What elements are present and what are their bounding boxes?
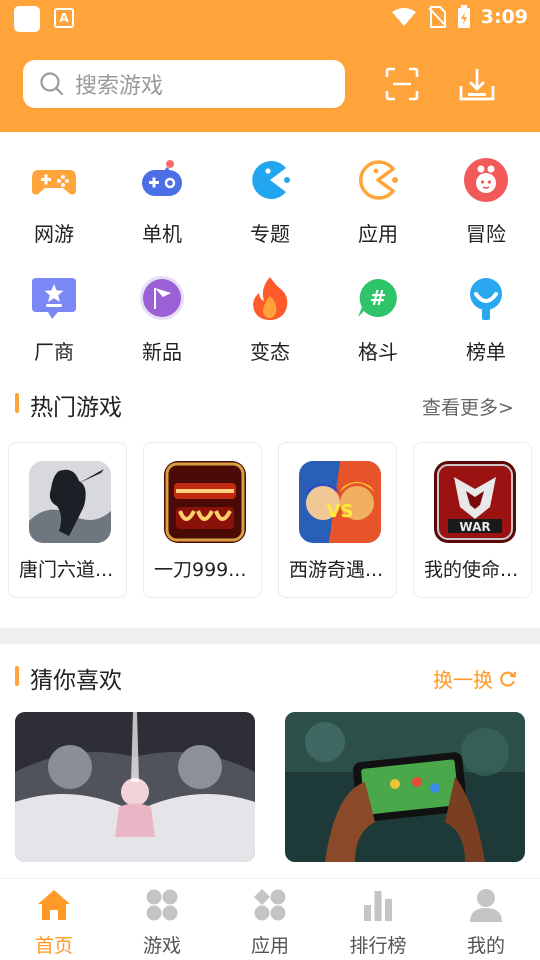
game-card[interactable]: 唐门六道...: [8, 442, 127, 598]
joystick-icon: [142, 160, 182, 196]
wifi-icon: [391, 8, 416, 26]
refresh-label: 换一换: [433, 668, 493, 692]
notification-icon: [14, 6, 40, 32]
tab-rankings[interactable]: 排行榜: [324, 879, 432, 960]
section-divider: [0, 628, 540, 644]
no-sim-icon: [428, 6, 447, 28]
category-label: 应用: [358, 222, 398, 246]
category-single-player[interactable]: 单机: [114, 156, 210, 247]
category-label: 网游: [34, 222, 74, 246]
tab-label: 应用: [250, 935, 289, 957]
refresh-button[interactable]: 换一换: [433, 664, 517, 693]
battery-icon: [457, 5, 470, 28]
tab-home[interactable]: 首页: [0, 879, 108, 960]
game-name: 我的使命...: [424, 559, 519, 581]
category-new-releases[interactable]: 新品: [114, 274, 210, 365]
apps-icon: [254, 889, 286, 921]
search-icon: [40, 72, 64, 96]
category-fighting[interactable]: # 格斗: [330, 274, 426, 365]
recommend-card-image[interactable]: [15, 712, 255, 862]
status-bar: A 3:09: [0, 0, 540, 36]
section-accent-bar: [15, 393, 19, 413]
category-vendors[interactable]: 厂商: [6, 274, 102, 365]
category-label: 厂商: [34, 340, 74, 364]
recommend-card-image[interactable]: [285, 712, 525, 862]
app-notification-icon: A: [54, 8, 74, 28]
category-online-games[interactable]: 网游: [6, 156, 102, 247]
tab-games[interactable]: 游戏: [108, 879, 216, 960]
game-card[interactable]: 一刀999...: [143, 442, 262, 598]
pacman-icon: [252, 161, 290, 199]
bar-chart-icon: [364, 891, 392, 921]
hashtag-chat-icon: #: [358, 279, 397, 317]
gamepad-icon: [32, 170, 76, 195]
category-rankings[interactable]: 榜单: [438, 274, 534, 365]
user-icon: [470, 889, 502, 922]
category-label: 专题: [250, 222, 290, 246]
category-label: 冒险: [466, 222, 506, 246]
category-label: 格斗: [358, 340, 398, 364]
home-icon: [38, 890, 70, 920]
category-adventure[interactable]: 冒险: [438, 156, 534, 247]
category-label: 榜单: [466, 340, 506, 364]
tab-profile[interactable]: 我的: [432, 879, 540, 960]
scan-icon[interactable]: [384, 66, 420, 102]
game-icon: WAR: [434, 461, 516, 543]
tab-label: 首页: [34, 935, 73, 957]
section-accent-bar: [15, 666, 19, 686]
tab-apps[interactable]: 应用: [216, 879, 324, 960]
category-label: 新品: [142, 340, 182, 364]
game-card[interactable]: WAR 我的使命...: [413, 442, 532, 598]
flag-icon: [140, 276, 184, 320]
app-header: A 3:09 搜索游戏: [0, 0, 540, 132]
star-badge-icon: [32, 278, 76, 319]
category-modded[interactable]: 变态: [222, 274, 318, 365]
bottom-navigation: 首页 游戏 应用 排行榜 我的: [0, 878, 540, 960]
svg-text:VS: VS: [327, 501, 354, 522]
category-topics[interactable]: 专题: [222, 156, 318, 247]
download-icon[interactable]: [459, 66, 495, 102]
game-icon: [29, 461, 111, 543]
game-name: 一刀999...: [154, 559, 247, 581]
game-card[interactable]: VS 西游奇遇...: [278, 442, 397, 598]
grid-icon: [146, 889, 178, 921]
svg-text:WAR: WAR: [459, 520, 490, 534]
category-label: 单机: [142, 222, 182, 246]
refresh-icon: [500, 671, 516, 687]
tab-label: 排行榜: [349, 935, 407, 957]
category-label: 变态: [250, 340, 290, 364]
recommend-title: 猜你喜欢: [30, 668, 122, 694]
game-name: 西游奇遇...: [289, 559, 384, 581]
category-apps[interactable]: 应用: [330, 156, 426, 247]
tab-label: 我的: [466, 935, 505, 957]
search-placeholder: 搜索游戏: [75, 74, 164, 99]
flame-icon: [253, 277, 288, 320]
svg-text:#: #: [370, 286, 387, 310]
headset-icon: [470, 278, 502, 320]
pacman-outline-icon: [359, 160, 398, 200]
clock: 3:09: [480, 6, 528, 28]
hot-games-title: 热门游戏: [30, 395, 122, 421]
character-icon: [464, 158, 508, 202]
game-name: 唐门六道...: [19, 559, 114, 581]
game-icon: [164, 461, 246, 543]
view-more-link[interactable]: 查看更多>: [422, 393, 514, 420]
game-icon: VS: [299, 461, 381, 543]
search-input[interactable]: 搜索游戏: [23, 60, 345, 108]
tab-label: 游戏: [142, 935, 181, 957]
